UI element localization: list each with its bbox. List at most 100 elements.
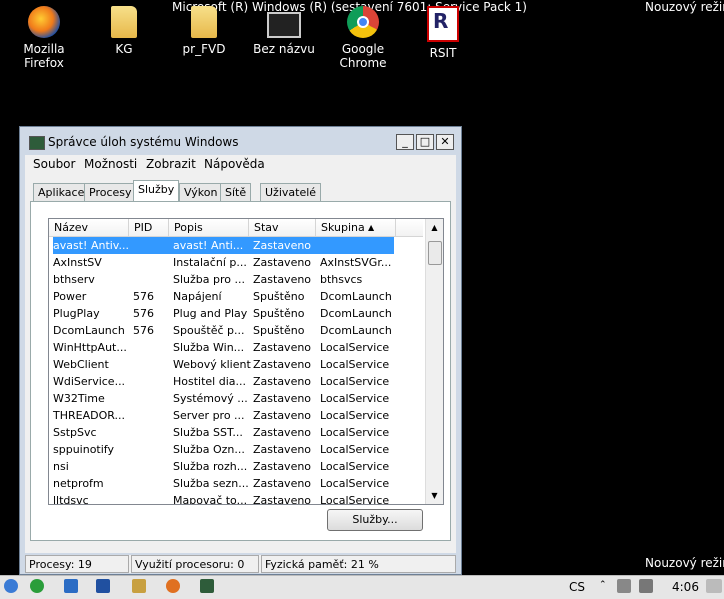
status-memory: Fyzická paměť: 21 % — [261, 555, 456, 573]
cell-group: LocalService — [320, 341, 390, 354]
cell-state: Zastaveno — [253, 375, 312, 388]
network-icon[interactable] — [617, 579, 631, 593]
desktop-icon-rsit[interactable]: RSIT — [403, 2, 483, 60]
table-row[interactable]: netprofm Služba sezn... Zastaveno LocalServ… — [53, 475, 394, 492]
column-header-name[interactable]: Název — [49, 219, 129, 236]
cell-group: LocalService — [320, 392, 390, 405]
menu-moznosti[interactable]: Možnosti — [84, 157, 137, 171]
show-hidden-icons-icon[interactable]: ⌃ — [599, 580, 607, 590]
table-row[interactable]: avast! Antiv... avast! Anti... Zastaveno — [53, 237, 394, 254]
cell-state: Zastaveno — [253, 409, 312, 422]
minimize-button[interactable]: _ — [396, 134, 414, 150]
task-manager-taskbar-icon[interactable] — [200, 579, 214, 593]
cell-desc: Server pro ... — [173, 409, 245, 422]
column-header-desc[interactable]: Popis — [169, 219, 249, 236]
column-header-group-label: Skupina — [321, 221, 365, 234]
word-taskbar-icon[interactable] — [96, 579, 110, 593]
desktop-icon-label: Mozilla Firefox — [23, 42, 65, 70]
cell-state: Spuštěno — [253, 290, 305, 303]
cell-name: lltdsvc — [53, 494, 89, 505]
cell-group: LocalService — [320, 443, 390, 456]
cell-state: Zastaveno — [253, 392, 312, 405]
table-row[interactable]: nsi Služba rozh... Zastaveno LocalService — [53, 458, 394, 475]
taskbar: CS ⌃ 4:06 — [0, 575, 724, 599]
folder-taskbar-icon[interactable] — [132, 579, 146, 593]
language-indicator[interactable]: CS — [569, 580, 585, 594]
table-row[interactable]: THREADOR... Server pro ... Zastaveno LocalS… — [53, 407, 394, 424]
cell-state: Zastaveno — [253, 273, 312, 286]
cell-group: LocalService — [320, 477, 390, 490]
show-desktop-button[interactable] — [706, 579, 722, 593]
table-row[interactable]: AxInstSV Instalační p... Zastaveno AxInstSV… — [53, 254, 394, 271]
tab-sluzby[interactable]: Služby — [133, 180, 180, 202]
cell-group: LocalService — [320, 494, 390, 505]
chrome-icon — [347, 6, 379, 38]
cell-desc: Služba SST... — [173, 426, 243, 439]
tab-vykon[interactable]: Výkon — [179, 183, 223, 201]
services-button[interactable]: Služby... — [327, 509, 423, 531]
list-header: Název PID Popis Stav Skupina ▲ — [49, 219, 423, 237]
tab-site[interactable]: Sítě — [220, 183, 252, 201]
desktop-icon-firefox[interactable]: Mozilla Firefox — [4, 2, 84, 70]
cell-state: Zastaveno — [253, 341, 312, 354]
cell-group: DcomLaunch — [320, 307, 392, 320]
tab-uzivatele[interactable]: Uživatelé — [260, 183, 322, 201]
services-panel: Název PID Popis Stav Skupina ▲ avast! Ant… — [30, 201, 451, 541]
desktop-icon-bez-nazvu[interactable]: Bez názvu — [244, 2, 324, 56]
cell-group: LocalService — [320, 375, 390, 388]
table-row[interactable]: WdiService... Hostitel dia... Zastaveno Loc… — [53, 373, 394, 390]
desktop-icon-kg[interactable]: KG — [84, 2, 164, 56]
task-manager-window: Správce úloh systému Windows _ □ ✕ Soubo… — [19, 126, 462, 589]
desktop-icon-chrome[interactable]: Google Chrome — [323, 2, 403, 70]
table-row[interactable]: PlugPlay 576 Plug and Play Spuštěno DcomLaun… — [53, 305, 394, 322]
table-row[interactable]: DcomLaunch 576 Spouštěč p... Spuštěno DcomLa… — [53, 322, 394, 339]
menu-zobrazit[interactable]: Zobrazit — [146, 157, 196, 171]
scroll-thumb[interactable] — [428, 241, 442, 265]
clock[interactable]: 4:06 — [672, 580, 699, 594]
menu-bar: Soubor Možnosti Zobrazit Nápověda — [25, 155, 456, 175]
cell-group: LocalService — [320, 460, 390, 473]
cell-desc: Plug and Play — [173, 307, 248, 320]
volume-icon[interactable] — [639, 579, 653, 593]
scroll-down-icon[interactable]: ▼ — [427, 488, 442, 503]
cell-name: W32Time — [53, 392, 105, 405]
cell-name: SstpSvc — [53, 426, 97, 439]
firefox-taskbar-icon[interactable] — [166, 579, 180, 593]
cell-state: Zastaveno — [253, 358, 312, 371]
menu-soubor[interactable]: Soubor — [33, 157, 75, 171]
table-row[interactable]: lltdsvc Mapovač to... Zastaveno LocalServic… — [53, 492, 394, 505]
cell-desc: Služba sezn... — [173, 477, 249, 490]
cell-group: DcomLaunch — [320, 290, 392, 303]
start-icon[interactable] — [4, 579, 18, 593]
table-row[interactable]: WinHttpAut... Služba Win... Zastaveno Local… — [53, 339, 394, 356]
table-row[interactable]: WebClient Webový klient Zastaveno LocalServ… — [53, 356, 394, 373]
tab-aplikace[interactable]: Aplikace — [33, 183, 90, 201]
menu-napoveda[interactable]: Nápověda — [204, 157, 265, 171]
table-row[interactable]: bthserv Služba pro ... Zastaveno bthsvcs — [53, 271, 394, 288]
table-row[interactable]: sppuinotify Služba Ozn... Zastaveno LocalSe… — [53, 441, 394, 458]
monitor-icon — [267, 12, 301, 38]
table-row[interactable]: SstpSvc Služba SST... Zastaveno LocalServic… — [53, 424, 394, 441]
vertical-scrollbar[interactable]: ▲ ▼ — [425, 219, 443, 504]
cell-desc: Služba rozh... — [173, 460, 248, 473]
column-header-filler — [396, 219, 423, 236]
scroll-up-icon[interactable]: ▲ — [427, 220, 442, 235]
title-bar[interactable]: Správce úloh systému Windows _ □ ✕ — [20, 127, 461, 155]
maximize-button[interactable]: □ — [416, 134, 434, 150]
cell-state: Zastaveno — [253, 239, 312, 252]
rsit-icon — [427, 6, 459, 42]
close-button[interactable]: ✕ — [436, 134, 454, 150]
chrome-taskbar-icon[interactable] — [30, 579, 44, 593]
table-row[interactable]: Power 576 Napájení Spuštěno DcomLaunch — [53, 288, 394, 305]
explorer-taskbar-icon[interactable] — [64, 579, 78, 593]
column-header-group[interactable]: Skupina ▲ — [316, 219, 396, 236]
column-header-pid[interactable]: PID — [129, 219, 169, 236]
safe-mode-label-bottom: Nouzový režim — [645, 556, 724, 570]
column-header-state[interactable]: Stav — [249, 219, 316, 236]
tab-procesy[interactable]: Procesy — [84, 183, 137, 201]
cell-name: nsi — [53, 460, 69, 473]
desktop-icon-label: pr_FVD — [182, 42, 226, 56]
table-row[interactable]: W32Time Systémový ... Zastaveno LocalServic… — [53, 390, 394, 407]
desktop-icon-pr-fvd[interactable]: pr_FVD — [164, 2, 244, 56]
services-list[interactable]: Název PID Popis Stav Skupina ▲ avast! Ant… — [48, 218, 444, 505]
